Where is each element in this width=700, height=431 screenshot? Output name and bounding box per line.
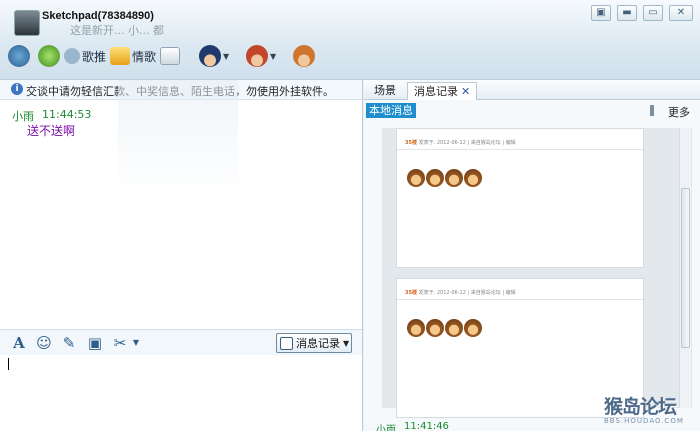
mail-icon (160, 47, 180, 65)
remove-user-icon (246, 45, 268, 67)
skin-button[interactable]: ▣ (591, 5, 611, 21)
monkey-emoticon-icon (426, 319, 444, 337)
post-header: 35楼 发表于: 2012-06-12 | 来自猴岛论坛 | 编辑 (405, 290, 516, 296)
monkey-emoticon-icon (407, 169, 425, 187)
avatar[interactable] (14, 10, 40, 36)
history-sender: 小雨 (376, 425, 396, 431)
chevron-down-icon[interactable]: ▼ (127, 334, 145, 352)
local-messages-label[interactable]: 本地消息 (366, 103, 416, 118)
side-panel: 场景 消息记录 ✕ 本地消息 更多 35楼 发表于: 2012-06-12 | 来… (364, 80, 700, 431)
divider (397, 299, 643, 300)
history-icon (280, 336, 293, 350)
watermark-logo: 猴岛论坛 (604, 396, 677, 418)
monkey-emoticon-icon (445, 319, 463, 337)
watermark-url: BBS.HOUDAO.COM (604, 417, 684, 425)
close-icon[interactable]: ✕ (461, 85, 470, 98)
toolbar-button-song-recommend[interactable]: 歌推 (64, 44, 106, 68)
minimize-button[interactable]: ▬ (617, 5, 637, 21)
message-preview: 35楼 发表于: 2012-06-12 | 来自猴岛论坛 | 编辑 35楼 发表… (382, 128, 692, 418)
emoticon-row (407, 319, 482, 337)
maximize-button[interactable]: ▭ (643, 5, 663, 21)
add-user-icon (293, 45, 315, 67)
close-button[interactable]: ✕ (669, 5, 693, 21)
title-bar: Sketchpad(78384890) 这是新开... 小... 都 ▣ ▬ ▭… (0, 0, 700, 80)
music-icon (64, 48, 80, 64)
toolbar-button-add-contact[interactable] (293, 44, 315, 68)
chevron-down-icon: ▼ (343, 338, 350, 348)
toolbar-button-mail[interactable] (160, 44, 180, 68)
post-header: 35楼 发表于: 2012-06-12 | 来自猴岛论坛 | 编辑 (405, 140, 516, 146)
chevron-down-icon: ▼ (270, 51, 277, 61)
edit-toolbar: A ☺ ✎ ▣ ✂ ▼ 消息记录 ▼ (0, 329, 362, 355)
more-button[interactable]: 更多 (668, 104, 690, 120)
leaf-icon (38, 45, 60, 67)
watermark: 猴岛论坛 BBS.HOUDAO.COM (604, 392, 684, 425)
chat-panel: i 交谈中请勿轻信汇款、中奖信息、陌生电话，勿使用外挂软件。 小雨 11:44:… (0, 80, 363, 431)
scroll-thumb[interactable] (681, 188, 690, 348)
song-recommend-label: 歌推 (82, 49, 107, 64)
text-cursor (8, 358, 9, 370)
monkey-emoticon-icon (407, 319, 425, 337)
local-messages-bar: 本地消息 更多 (364, 102, 700, 120)
toolbar-button-remove-contact[interactable]: ▼ (246, 44, 276, 68)
image-icon[interactable]: ▣ (86, 334, 104, 352)
tab-bar: 场景 消息记录 ✕ (364, 80, 700, 100)
info-icon: i (11, 83, 23, 95)
profile-icon (8, 45, 30, 67)
forum-post: 35楼 发表于: 2012-06-12 | 来自猴岛论坛 | 编辑 (396, 128, 644, 268)
message-input[interactable] (0, 355, 362, 431)
arrow-icon (110, 47, 130, 65)
divider (397, 149, 643, 150)
monkey-emoticon-icon (426, 169, 444, 187)
message-body: 送不送啊 (27, 124, 76, 138)
love-song-label: 情歌 (132, 49, 157, 64)
message-time: 11:44:53 (42, 108, 92, 121)
tab-scene[interactable]: 场景 (368, 82, 402, 100)
emoji-icon[interactable]: ☺ (35, 334, 53, 352)
ghost-overlay (118, 80, 238, 200)
message-history-label: 消息记录 (296, 337, 340, 350)
history-time: 11:41:46 (404, 421, 449, 431)
tab-message-history-label: 消息记录 (414, 85, 458, 98)
font-icon[interactable]: A (10, 334, 28, 352)
monkey-emoticon-icon (464, 319, 482, 337)
tab-message-history[interactable]: 消息记录 ✕ (407, 82, 478, 100)
ghost-header-text: 这是新开... 小... 都 (70, 24, 164, 37)
toolbar-button-love-song[interactable]: 情歌 (110, 44, 156, 68)
toolbar-button-profile[interactable] (8, 44, 30, 68)
speaker-icon[interactable] (650, 105, 662, 116)
message-history-button[interactable]: 消息记录 ▼ (276, 333, 352, 353)
toolbar-button-green[interactable] (38, 44, 60, 68)
monkey-emoticon-icon (464, 169, 482, 187)
edit-icon[interactable]: ✎ (60, 334, 78, 352)
emoticon-row (407, 169, 482, 187)
chevron-down-icon: ▼ (223, 51, 230, 61)
scrollbar[interactable] (679, 128, 691, 408)
monkey-emoticon-icon (445, 169, 463, 187)
window-title: Sketchpad(78384890) (42, 10, 154, 22)
officer-icon (199, 45, 221, 67)
toolbar-button-officer[interactable]: ▼ (199, 44, 229, 68)
